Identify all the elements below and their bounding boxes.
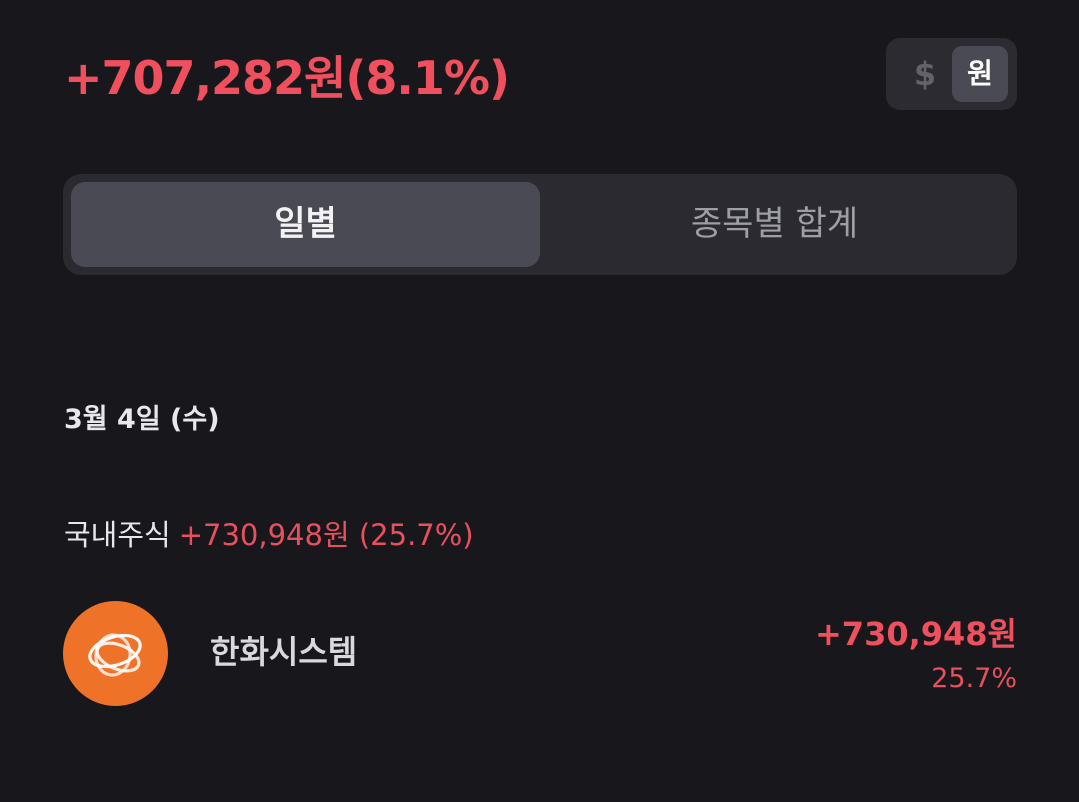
currency-toggle: $ 원 [886, 38, 1017, 110]
currency-usd-option[interactable]: $ [900, 46, 950, 102]
total-profit-summary: +707,282원(8.1%) [64, 51, 510, 105]
profit-screen: +707,282원(8.1%) $ 원 일별 종목별 합계 3월 4일 (수) … [0, 0, 1079, 802]
hanwha-logo-icon [63, 601, 168, 706]
currency-krw-option[interactable]: 원 [952, 46, 1008, 102]
tab-by-stock-total[interactable]: 종목별 합계 [540, 182, 1009, 267]
market-summary-row: 국내주식 +730,948원 (25.7%) [64, 512, 474, 554]
market-label: 국내주식 [64, 518, 171, 552]
market-profit: +730,948원 (25.7%) [178, 518, 474, 552]
date-header: 3월 4일 (수) [64, 404, 220, 435]
stock-profit-amount: +730,948원 [814, 615, 1017, 653]
stock-name: 한화시스템 [210, 633, 358, 671]
stock-row[interactable]: 한화시스템 +730,948원 25.7% [63, 601, 1017, 707]
tab-daily[interactable]: 일별 [71, 182, 540, 267]
stock-profit-rate: 25.7% [931, 663, 1017, 694]
view-segmented-control: 일별 종목별 합계 [63, 174, 1017, 275]
